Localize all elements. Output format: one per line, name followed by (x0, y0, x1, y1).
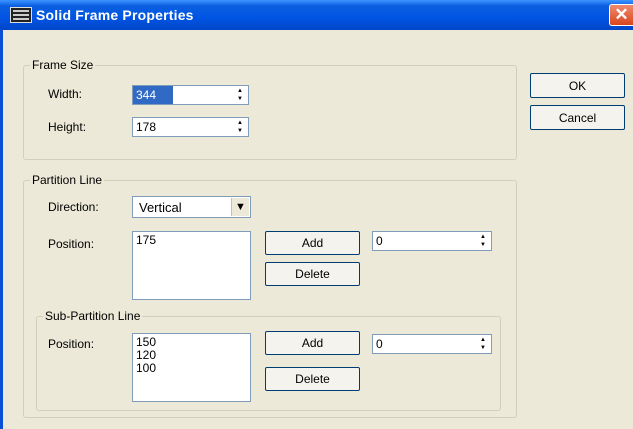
height-input[interactable] (133, 118, 228, 136)
sub-partition-line-legend: Sub-Partition Line (45, 309, 141, 323)
width-label: Width: (48, 87, 83, 101)
title-bar[interactable]: Solid Frame Properties ✕ (0, 0, 633, 30)
height-spinner[interactable]: ▲▼ (132, 117, 249, 137)
list-item[interactable]: 175 (136, 234, 247, 247)
app-icon (10, 7, 32, 23)
spin-down-icon[interactable]: ▼ (476, 344, 490, 352)
partition-add-button[interactable]: Add (265, 231, 360, 255)
spin-down-icon[interactable]: ▼ (476, 241, 490, 249)
spin-up-icon[interactable]: ▲ (476, 233, 490, 241)
spin-up-icon[interactable]: ▲ (233, 119, 247, 127)
frame-size-legend: Frame Size (32, 58, 94, 72)
sub-partition-position-spinner[interactable]: ▲▼ (372, 334, 492, 354)
spin-down-icon[interactable]: ▼ (233, 127, 247, 135)
close-button[interactable]: ✕ (609, 4, 633, 26)
partition-delete-button[interactable]: Delete (265, 262, 360, 286)
solid-frame-properties-dialog: Solid Frame Properties ✕ Frame Size Widt… (0, 0, 633, 429)
direction-value: Vertical (139, 200, 182, 215)
window-frame (0, 30, 3, 429)
chevron-down-icon[interactable]: ▼ (231, 198, 249, 216)
sub-partition-spin-buttons[interactable]: ▲ ▼ (476, 336, 490, 352)
partition-line-legend: Partition Line (32, 173, 103, 187)
close-icon: ✕ (614, 5, 629, 24)
sub-partition-add-button[interactable]: Add (265, 331, 360, 355)
sub-partition-line-group: Sub-Partition Line (36, 309, 501, 411)
direction-select[interactable]: Vertical ▼ (132, 196, 251, 218)
height-label: Height: (48, 120, 87, 134)
sub-position-label: Position: (48, 337, 95, 351)
window-title: Solid Frame Properties (36, 7, 194, 23)
height-spin-buttons[interactable]: ▲ ▼ (233, 119, 247, 135)
width-input[interactable] (133, 86, 173, 104)
partition-position-input[interactable] (373, 232, 473, 250)
partition-spin-buttons[interactable]: ▲ ▼ (476, 233, 490, 249)
width-spin-buttons[interactable]: ▲ ▼ (233, 87, 247, 103)
spin-up-icon[interactable]: ▲ (233, 87, 247, 95)
partition-position-list[interactable]: 175 (132, 231, 251, 300)
width-spinner[interactable]: ▲▼ (132, 85, 249, 105)
sub-partition-position-input[interactable] (373, 335, 473, 353)
spin-up-icon[interactable]: ▲ (476, 336, 490, 344)
spin-down-icon[interactable]: ▼ (233, 95, 247, 103)
cancel-button[interactable]: Cancel (530, 105, 625, 130)
position-label: Position: (48, 237, 95, 251)
direction-label: Direction: (48, 200, 99, 214)
ok-button[interactable]: OK (530, 73, 625, 98)
list-item[interactable]: 100 (136, 362, 247, 375)
sub-partition-position-list[interactable]: 150 120 100 (132, 333, 251, 402)
sub-partition-delete-button[interactable]: Delete (265, 367, 360, 391)
partition-position-spinner[interactable]: ▲▼ (372, 231, 492, 251)
frame-size-group: Frame Size (23, 58, 517, 160)
